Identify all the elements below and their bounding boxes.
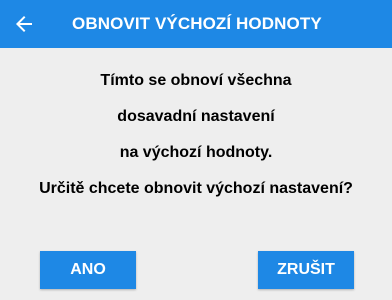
page-title: OBNOVIT VÝCHOZÍ HODNOTY [72, 14, 322, 33]
message-line-1: Tímto se obnoví všechna [100, 72, 292, 89]
reset-defaults-screen: OBNOVIT VÝCHOZÍ HODNOTY Tímto se obnoví … [0, 0, 392, 300]
message-line-3: na výchozí hodnoty. [119, 144, 273, 161]
confirm-button[interactable]: ANO [40, 251, 136, 289]
header-bar: OBNOVIT VÝCHOZÍ HODNOTY [0, 0, 392, 48]
confirmation-message: Tímto se obnoví všechna dosavadní nastav… [0, 63, 392, 207]
message-line-2: dosavadní nastavení [117, 108, 275, 125]
arrow-left-icon [16, 16, 32, 32]
message-line-4: Určitě chcete obnovit výchozí nastavení? [39, 180, 353, 197]
back-button[interactable] [12, 12, 36, 36]
cancel-button[interactable]: ZRUŠIT [258, 251, 354, 289]
